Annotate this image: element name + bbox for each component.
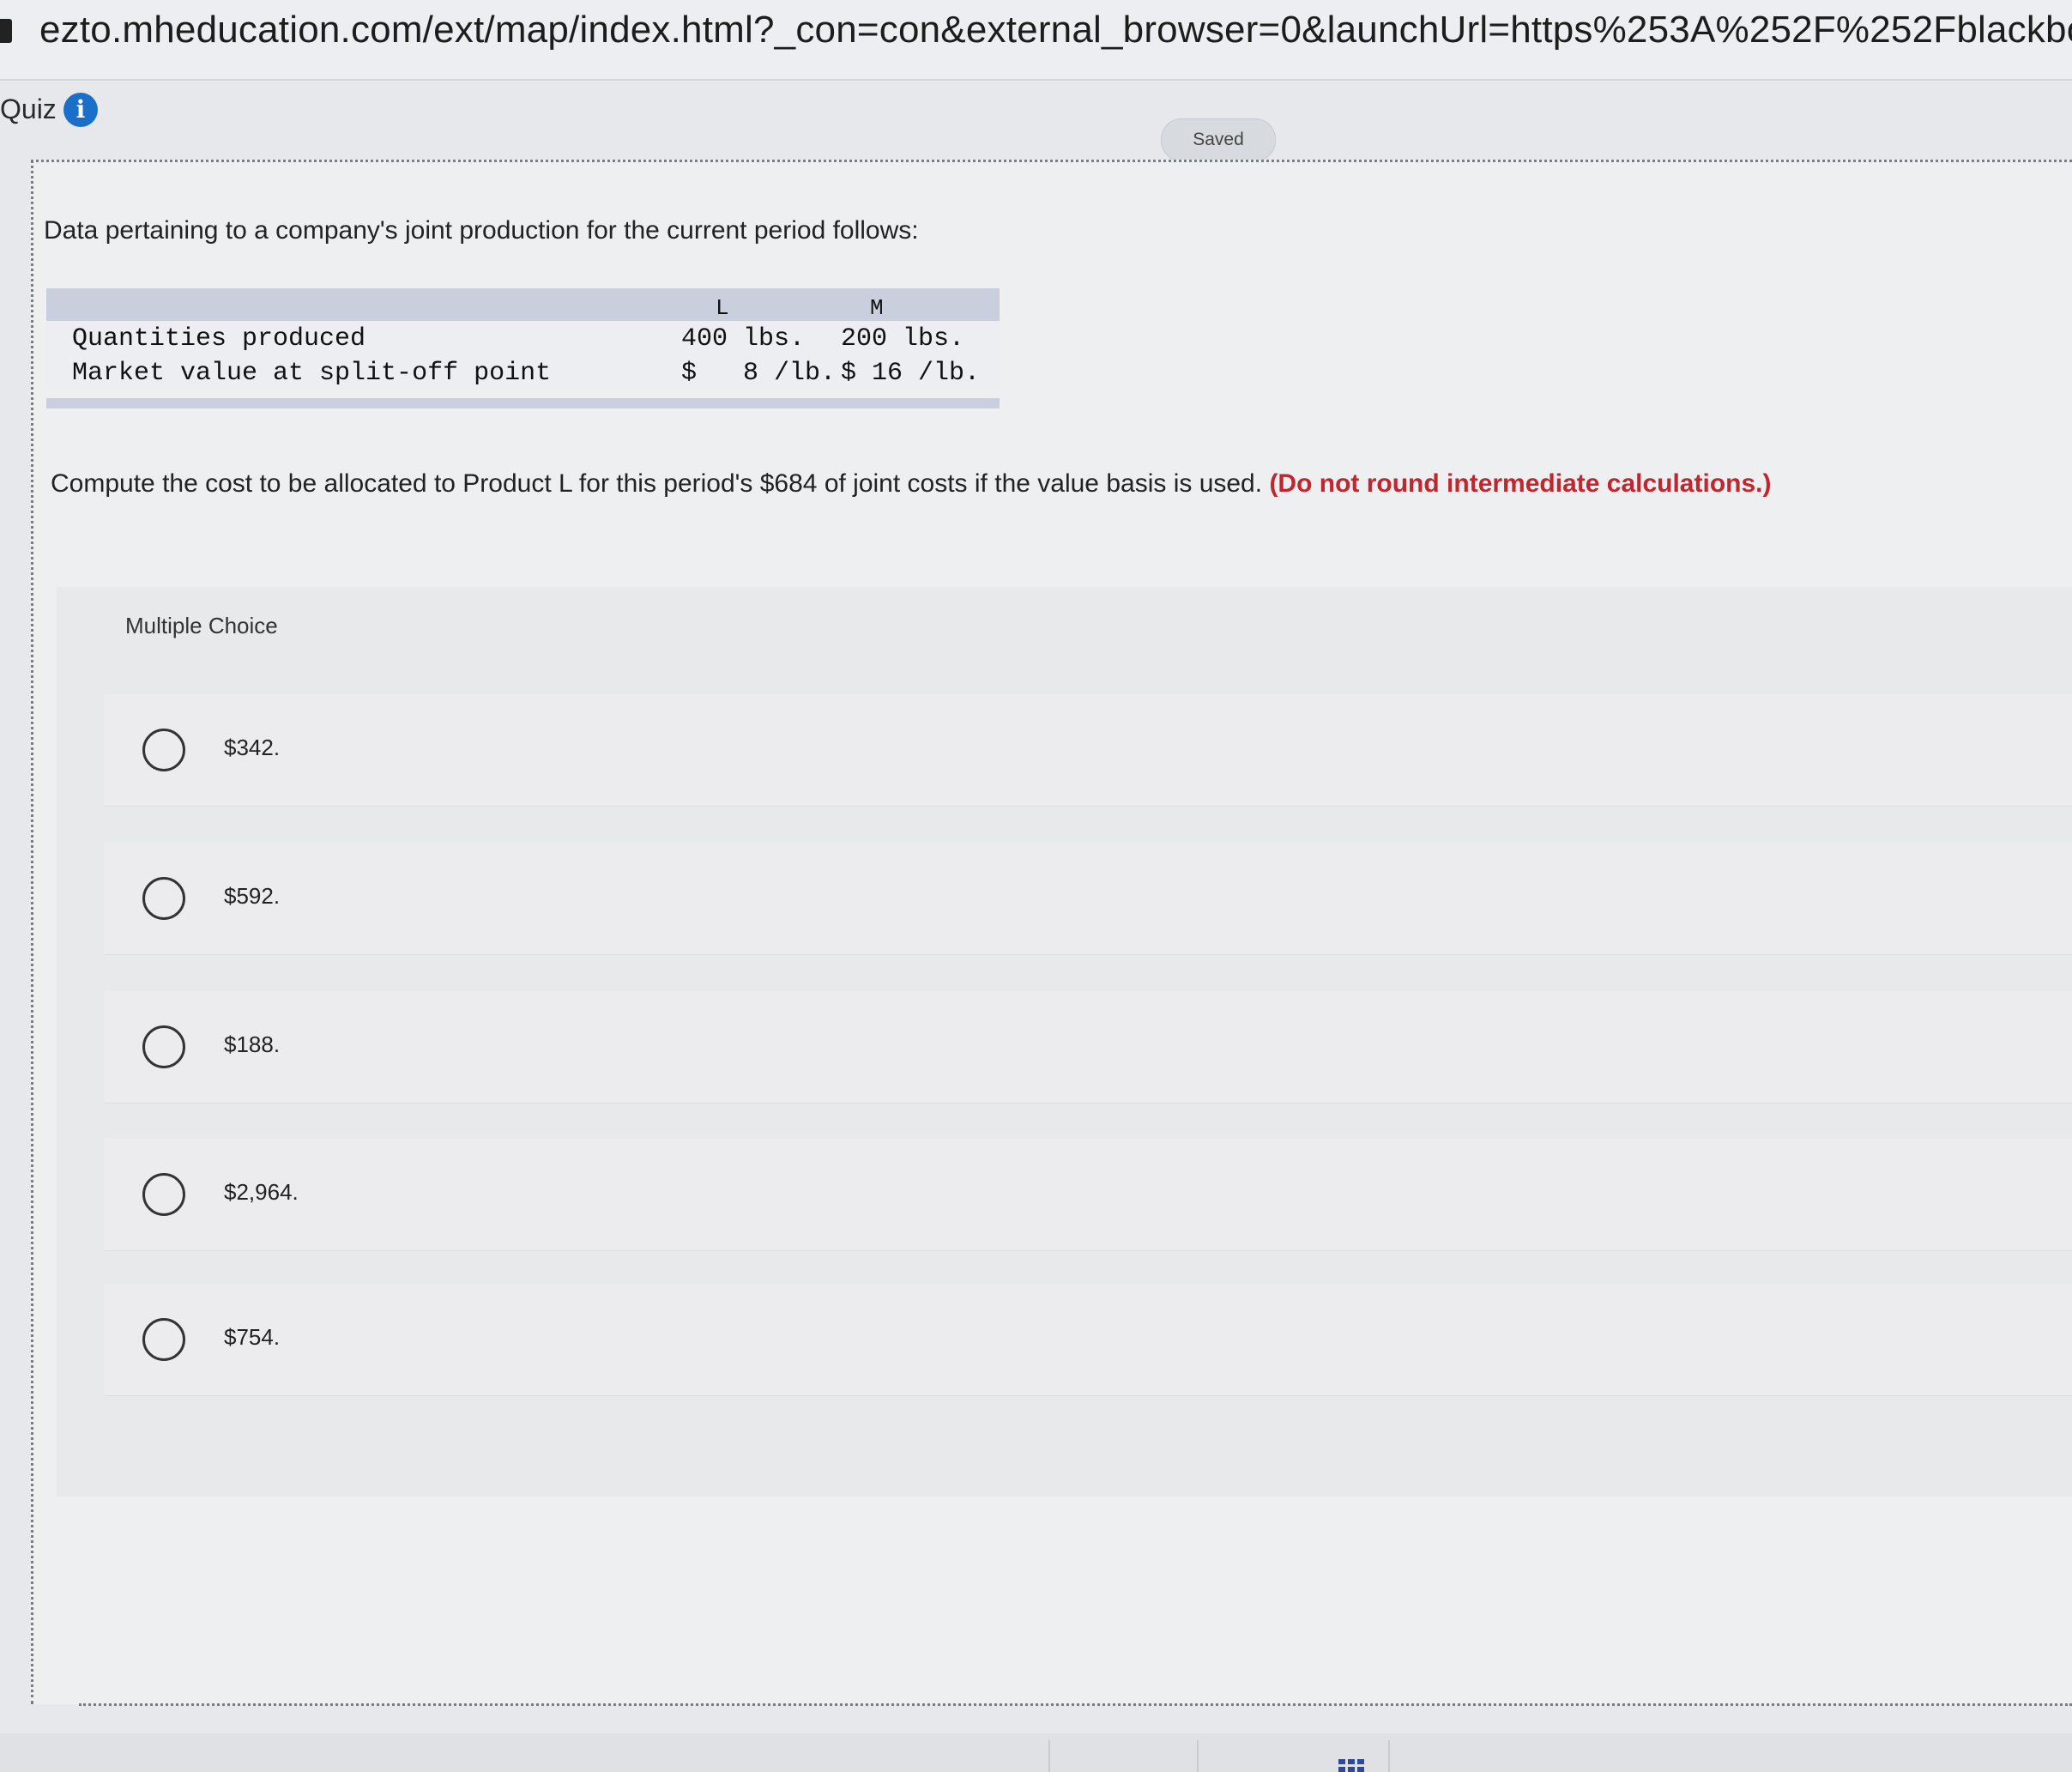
row-label: Market value at split-off point bbox=[72, 359, 552, 388]
radio-icon[interactable] bbox=[142, 1318, 185, 1361]
column-header-l: L bbox=[716, 295, 729, 321]
browser-url-bar[interactable]: ezto.mheducation.com/ext/map/index.html?… bbox=[0, 0, 2072, 81]
question-intro: Data pertaining to a company's joint pro… bbox=[44, 216, 919, 245]
grid-icon[interactable] bbox=[1338, 1759, 1364, 1772]
cell-m: 200 lbs. bbox=[841, 324, 965, 354]
cell-m: $ 16 /lb. bbox=[841, 359, 981, 388]
nav-divider bbox=[1197, 1740, 1199, 1772]
choice-option[interactable]: $188. bbox=[104, 991, 2072, 1104]
radio-icon[interactable] bbox=[142, 877, 185, 920]
radio-icon[interactable] bbox=[142, 1025, 185, 1068]
choice-label[interactable]: $592. bbox=[224, 883, 280, 910]
url-text[interactable]: ezto.mheducation.com/ext/map/index.html?… bbox=[39, 9, 2072, 51]
question-prompt: Compute the cost to be allocated to Prod… bbox=[51, 469, 1771, 499]
choice-label[interactable]: $188. bbox=[224, 1031, 280, 1058]
prompt-text: Compute the cost to be allocated to Prod… bbox=[51, 469, 1263, 498]
quiz-header: Quiz i Saved bbox=[0, 82, 2072, 163]
rounding-note: (Do not round intermediate calculations.… bbox=[1269, 469, 1772, 498]
choice-option[interactable]: $592. bbox=[104, 843, 2072, 955]
panel-bottom-border bbox=[79, 1703, 2072, 1706]
column-header-m: M bbox=[870, 295, 884, 321]
table-footer-rule bbox=[46, 398, 1000, 408]
question-panel: Data pertaining to a company's joint pro… bbox=[31, 160, 2072, 1704]
quiz-title: Quiz bbox=[0, 94, 57, 124]
choice-label[interactable]: $754. bbox=[224, 1324, 280, 1351]
row-label: Quantities produced bbox=[72, 324, 366, 354]
choice-option[interactable]: $342. bbox=[104, 694, 2072, 807]
cell-l: $ 8 /lb. bbox=[681, 359, 837, 388]
choice-option[interactable]: $754. bbox=[104, 1284, 2072, 1396]
cell-l: 400 lbs. bbox=[681, 324, 806, 354]
choice-label[interactable]: $342. bbox=[224, 735, 280, 761]
bottom-navigation[interactable] bbox=[0, 1733, 2072, 1772]
nav-divider bbox=[1048, 1740, 1050, 1772]
radio-icon[interactable] bbox=[142, 1173, 185, 1216]
saved-status-badge: Saved bbox=[1161, 118, 1276, 161]
choice-label[interactable]: $2,964. bbox=[224, 1179, 299, 1206]
radio-icon[interactable] bbox=[142, 729, 185, 771]
table-row: Market value at split-off point $ 8 /lb.… bbox=[46, 355, 1000, 390]
multiple-choice-panel: Multiple Choice $342. $592. $188. $2,964… bbox=[57, 587, 2072, 1497]
info-icon[interactable]: i bbox=[63, 93, 98, 127]
table-row: Quantities produced 400 lbs. 200 lbs. bbox=[46, 321, 1000, 355]
lock-icon bbox=[0, 19, 12, 43]
multiple-choice-title: Multiple Choice bbox=[125, 613, 278, 638]
nav-divider bbox=[1388, 1740, 1390, 1772]
table-header: L M bbox=[46, 288, 1000, 321]
choice-option[interactable]: $2,964. bbox=[104, 1139, 2072, 1251]
joint-production-table: L M Quantities produced 400 lbs. 200 lbs… bbox=[46, 288, 1000, 408]
